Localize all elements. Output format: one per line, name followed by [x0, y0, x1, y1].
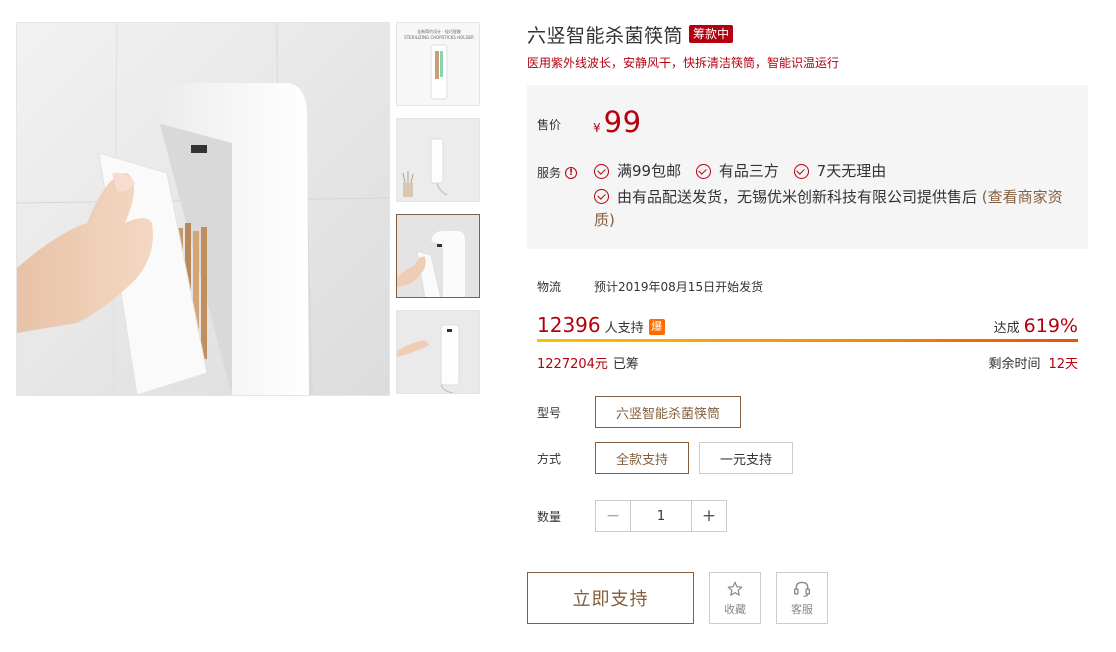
customer-service-button[interactable]: 客服 [776, 572, 828, 624]
raised-amount: 1227204元 [537, 357, 608, 372]
method-option-one-yuan[interactable]: 一元支持 [699, 442, 794, 474]
remaining-label: 剩余时间 [988, 357, 1041, 372]
favorite-label: 收藏 [724, 602, 746, 616]
remaining-group: 剩余时间 12天 [988, 353, 1078, 372]
achieved-label: 达成 [993, 321, 1020, 336]
check-circle-icon [793, 164, 809, 179]
raised-group: 1227204元 已筹 [537, 353, 639, 372]
status-badge: 筹款中 [689, 25, 734, 43]
funding-progress-fill [537, 339, 1078, 342]
model-option[interactable]: 六竖智能杀菌筷筒 [595, 396, 742, 428]
action-bar: 立即支持 收藏 客服 [527, 572, 828, 624]
favorite-button[interactable]: 收藏 [709, 572, 761, 624]
service-item: 7天无理由 [793, 160, 887, 183]
remaining-value: 12天 [1048, 357, 1078, 372]
check-circle-icon [594, 164, 609, 179]
product-info: 六竖智能杀菌筷筒 筹款中 医用紫外线波长，安静风干，快拆清洁筷筒，智能识温运行 … [527, 20, 1088, 249]
service-item-label: 7天无理由 [816, 162, 887, 180]
hot-badge: 爆 [648, 319, 665, 335]
thumbnail-4[interactable] [396, 310, 480, 394]
currency-symbol: ¥ [593, 121, 601, 135]
model-label: 型号 [537, 405, 562, 420]
raised-row: 1227204元 已筹 剩余时间 12天 [537, 353, 1078, 372]
price-value: 99 [603, 105, 642, 139]
service-label: 服务 [537, 166, 562, 180]
service-item: 有品三方 [695, 160, 779, 183]
quantity-row: 数量 − + [537, 500, 727, 532]
thumbnail-caption-en: STERILIZING CHOPSTICKS HOLDER [404, 35, 474, 40]
logistics-row: 物流 预计2019年08月15日开始发货 [537, 278, 763, 295]
main-product-image [16, 22, 390, 396]
achieved-percent: 619% [1023, 315, 1078, 337]
seller-info: 由有品配送发货，无锡优米创新科技有限公司提供售后 (查看商家资质) [594, 186, 1074, 232]
quantity-stepper: − + [595, 500, 727, 532]
thumbnail-caption: 全新简约设计 · 轻巧智能 [417, 28, 461, 34]
quantity-input[interactable] [630, 501, 692, 531]
quantity-label: 数量 [537, 509, 562, 524]
support-now-button[interactable]: 立即支持 [527, 572, 694, 624]
info-icon[interactable]: ! [565, 166, 578, 179]
supporters-count: 12396 [537, 313, 601, 337]
quantity-decrement-button[interactable]: − [596, 501, 630, 531]
thumbnail-2[interactable] [396, 118, 480, 202]
quantity-increment-button[interactable]: + [692, 501, 726, 531]
achievement: 达成 619% [994, 315, 1078, 337]
raised-text: 已筹 [612, 357, 639, 372]
service-item: 满99包邮 [594, 160, 681, 183]
service-label-group: 服务 ! [537, 164, 578, 181]
supporters-text: 人支持 [604, 321, 644, 336]
supporters: 12396 人支持 爆 [537, 313, 665, 337]
logistics-value: 预计2019年08月15日开始发货 [594, 280, 764, 294]
thumbnail-1[interactable]: 全新简约设计 · 轻巧智能 STERILIZING CHOPSTICKS HOL… [396, 22, 480, 106]
service-list: 满99包邮 有品三方 7天无理由 由有品配送发货，无锡优米创新科技有限公司提供售… [594, 160, 1074, 232]
title-row: 六竖智能杀菌筷筒 筹款中 [527, 20, 1088, 48]
thumbnail-list: 全新简约设计 · 轻巧智能 STERILIZING CHOPSTICKS HOL… [396, 22, 482, 406]
product-subtitle: 医用紫外线波长，安静风干，快拆清洁筷筒，智能识温运行 [527, 56, 840, 70]
customer-service-label: 客服 [791, 602, 813, 616]
thumbnail-3[interactable] [396, 214, 480, 298]
product-title: 六竖智能杀菌筷筒 [527, 24, 684, 47]
method-option-full[interactable]: 全款支持 [595, 442, 690, 474]
method-label: 方式 [537, 451, 562, 466]
seller-text: 由有品配送发货，无锡优米创新科技有限公司提供售后 [617, 188, 978, 206]
star-icon [727, 581, 743, 596]
crowdfunding-stats: 12396 人支持 爆 达成 619% [537, 313, 1078, 337]
price-label: 售价 [537, 118, 562, 132]
product-photo [17, 23, 389, 395]
service-item-label: 有品三方 [718, 162, 779, 180]
model-row: 型号 六竖智能杀菌筷筒 [537, 396, 751, 428]
headset-icon [793, 581, 811, 597]
funding-progress-bar [537, 339, 1078, 342]
check-circle-icon [594, 189, 609, 204]
service-item-label: 满99包邮 [617, 162, 682, 180]
price-panel: 售价 ¥ 99 服务 ! 满99包邮 有品三方 7天无理由 由有品配送发货，无锡… [527, 85, 1088, 249]
logistics-label: 物流 [537, 280, 562, 294]
method-row: 方式 全款支持 一元支持 [537, 442, 803, 474]
price: ¥ 99 [593, 105, 642, 139]
check-circle-icon [695, 164, 711, 179]
